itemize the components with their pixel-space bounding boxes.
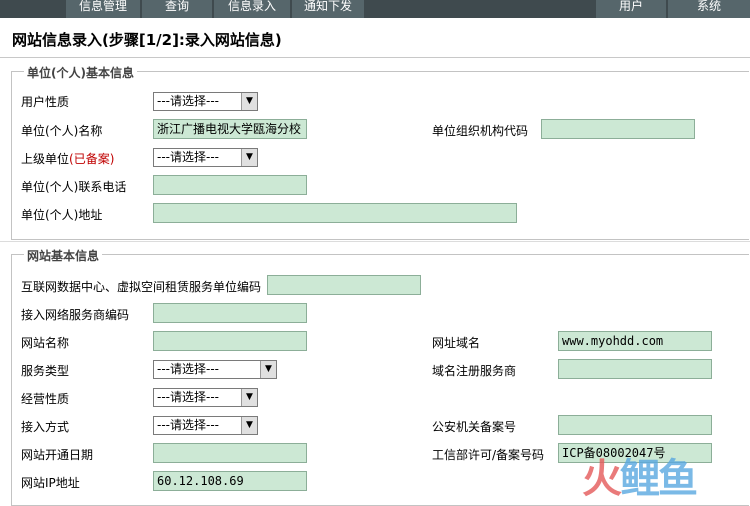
open-date-label: 网站开通日期 <box>21 448 94 462</box>
address-label: 单位(个人)地址 <box>21 208 103 222</box>
registrar-label: 域名注册服务商 <box>432 364 517 378</box>
parent-unit-label-text: 上级单位 <box>21 152 70 166</box>
ip-label: 网站IP地址 <box>21 476 80 490</box>
business-nature-label: 经营性质 <box>21 392 70 406</box>
service-type-label: 服务类型 <box>21 364 70 378</box>
isp-code-input[interactable] <box>153 303 307 323</box>
service-type-selected: ---请选择--- <box>157 362 219 376</box>
chevron-down-icon: ▼ <box>260 361 276 378</box>
tab-system[interactable]: 系统 <box>668 0 750 18</box>
title-divider <box>0 57 750 58</box>
isp-code-label: 接入网络服务商编码 <box>21 308 130 322</box>
domain-input[interactable]: www.myohdd.com <box>558 331 712 351</box>
access-method-selected: ---请选择--- <box>157 418 219 432</box>
chevron-down-icon: ▼ <box>241 417 257 434</box>
parent-unit-selected: ---请选择--- <box>157 150 219 164</box>
business-nature-select[interactable]: ---请选择--- ▼ <box>153 388 258 407</box>
idc-code-input[interactable] <box>267 275 421 295</box>
parent-unit-select[interactable]: ---请选择--- ▼ <box>153 148 258 167</box>
business-nature-selected: ---请选择--- <box>157 390 219 404</box>
parent-unit-label: 上级单位(已备案) <box>21 150 114 167</box>
site-name-input[interactable] <box>153 331 307 351</box>
section-divider <box>0 241 750 242</box>
user-type-label: 用户性质 <box>21 95 70 109</box>
chevron-down-icon: ▼ <box>241 389 257 406</box>
unit-info-legend: 单位(个人)基本信息 <box>24 64 137 81</box>
unit-name-label: 单位(个人)名称 <box>21 124 103 138</box>
tab-notice-issue[interactable]: 通知下发 <box>292 0 364 18</box>
recorded-note: (已备案) <box>69 152 115 166</box>
open-date-input[interactable] <box>153 443 307 463</box>
org-code-input[interactable] <box>541 119 695 139</box>
tab-query[interactable]: 查询 <box>142 0 212 18</box>
user-type-select[interactable]: ---请选择--- ▼ <box>153 92 258 111</box>
access-method-label: 接入方式 <box>21 420 70 434</box>
org-code-label: 单位组织机构代码 <box>432 124 529 138</box>
chevron-down-icon: ▼ <box>241 93 257 110</box>
address-input[interactable] <box>153 203 517 223</box>
idc-code-label: 互联网数据中心、虚拟空间租赁服务单位编码 <box>21 280 262 294</box>
phone-label: 单位(个人)联系电话 <box>21 180 127 194</box>
police-record-input[interactable] <box>558 415 712 435</box>
chevron-down-icon: ▼ <box>241 149 257 166</box>
police-record-label: 公安机关备案号 <box>432 420 517 434</box>
user-type-selected: ---请选择--- <box>157 94 219 108</box>
tab-info-entry[interactable]: 信息录入 <box>214 0 290 18</box>
phone-input[interactable] <box>153 175 307 195</box>
tab-user[interactable]: 用户 <box>596 0 666 18</box>
registrar-input[interactable] <box>558 359 712 379</box>
watermark-logo: 火鲤鱼 <box>582 456 698 502</box>
service-type-select[interactable]: ---请选择--- ▼ <box>153 360 277 379</box>
ip-input[interactable]: 60.12.108.69 <box>153 471 307 491</box>
unit-name-input[interactable]: 浙江广播电视大学瓯海分校 <box>153 119 307 139</box>
site-name-label: 网站名称 <box>21 336 70 350</box>
access-method-select[interactable]: ---请选择--- ▼ <box>153 416 258 435</box>
page-title: 网站信息录入(步骤[1/2]:录入网站信息) <box>12 31 282 49</box>
top-nav-bar: 信息管理 查询 信息录入 通知下发 用户 系统 <box>0 0 750 18</box>
domain-label: 网址域名 <box>432 336 481 350</box>
site-info-legend: 网站基本信息 <box>24 247 103 264</box>
icp-label: 工信部许可/备案号码 <box>432 448 545 462</box>
tab-info-management[interactable]: 信息管理 <box>66 0 140 18</box>
